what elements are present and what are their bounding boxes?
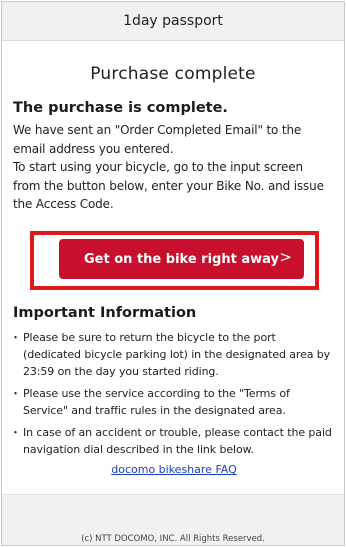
important-information-heading: Important Information [13, 305, 197, 321]
confirmation-message-email: We have sent an "Order Completed Email" … [13, 123, 302, 156]
get-on-bike-button[interactable]: Get on the bike right away > [59, 239, 304, 279]
chevron-right-icon: > [279, 248, 292, 266]
page-title: Purchase complete [90, 64, 256, 84]
confirmation-heading: The purchase is complete. [13, 100, 228, 116]
page-footer: (c) NTT DOCOMO, INC. All Rights Reserved… [2, 494, 344, 545]
confirmation-message: We have sent an "Order Completed Email" … [13, 121, 333, 214]
list-item: Please use the service according to the … [10, 385, 335, 419]
copyright-text: (c) NTT DOCOMO, INC. All Rights Reserved… [81, 534, 265, 544]
confirmation-message-instructions: To start using your bicycle, go to the i… [13, 160, 324, 212]
list-item: In case of an accident or trouble, pleas… [10, 424, 335, 458]
header-title: 1day passport [123, 13, 223, 29]
app-header: 1day passport [2, 2, 344, 41]
app-frame: 1day passport Purchase complete The purc… [1, 1, 345, 546]
important-information-section: Important Information Please be sure to … [10, 305, 335, 476]
important-information-list: Please be sure to return the bicycle to … [10, 329, 335, 458]
get-on-bike-button-label: Get on the bike right away [84, 251, 279, 267]
confirmation-section: The purchase is complete. We have sent a… [2, 100, 344, 214]
faq-link[interactable]: docomo bikeshare FAQ [13, 463, 335, 476]
list-item: Please be sure to return the bicycle to … [10, 329, 335, 380]
